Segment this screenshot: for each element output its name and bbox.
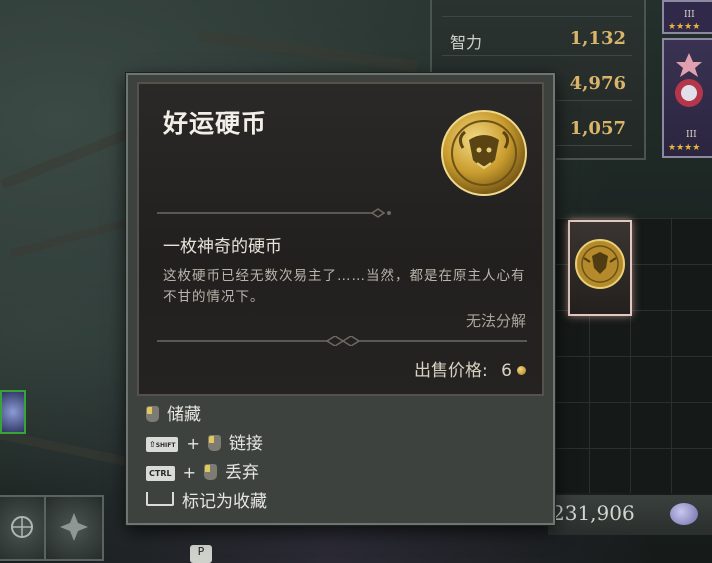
- wood-beam: [10, 218, 128, 258]
- shift-key-icon: ⇧SHIFT: [146, 437, 179, 452]
- lucky-coin-icon: [575, 239, 625, 289]
- divider: [157, 336, 527, 346]
- sell-price: 出售价格: 6: [414, 356, 526, 381]
- mouse-left-icon: [204, 464, 217, 480]
- skill-slot[interactable]: [44, 495, 104, 561]
- divider: [157, 208, 391, 218]
- item-flag: 无法分解: [465, 312, 526, 330]
- item-title: 好运硬币: [163, 109, 268, 138]
- action-label: 储藏: [167, 405, 201, 425]
- tooltip-card: 好运硬币 一枚神奇的硬币 这枚硬币已经无数次易主了……当然，都是在原主人心有不甘…: [137, 82, 544, 396]
- wood-beam: [0, 123, 143, 190]
- plus-sign: +: [186, 434, 200, 453]
- key-label: CTRL: [149, 469, 172, 478]
- space-key-icon: [146, 492, 174, 506]
- inventory-slot-lucky-coin[interactable]: [568, 220, 632, 316]
- stat-value: 1,132: [569, 28, 626, 49]
- action-drop[interactable]: CTRL + 丢弃: [146, 458, 259, 483]
- item-subtitle: 一枚神奇的硬币: [163, 237, 282, 257]
- action-store[interactable]: 储藏: [146, 400, 201, 425]
- key-label: SHIFT: [155, 442, 176, 449]
- plus-sign: +: [182, 463, 196, 482]
- item-description: 这枚硬币已经无数次易主了……当然，都是在原主人心有不甘的情况下。: [163, 268, 526, 305]
- currency-value: 231,906: [552, 501, 635, 525]
- action-favorite[interactable]: 标记为收藏: [146, 487, 267, 512]
- hero-portrait-icon: [675, 53, 703, 107]
- star-icon: ★★★★: [668, 143, 701, 153]
- hotkey-hint: P: [190, 545, 212, 563]
- ctrl-key-icon: CTRL: [146, 466, 175, 481]
- stat-value: 4,976: [569, 73, 626, 94]
- stat-value: 1,057: [569, 118, 626, 139]
- wood-beam: [0, 430, 128, 466]
- tier-label: III: [684, 10, 695, 20]
- mouse-left-icon: [146, 406, 159, 422]
- star-icon: ★★★★: [668, 22, 701, 32]
- sell-label: 出售价格:: [414, 361, 488, 381]
- stat-row: [442, 0, 632, 17]
- mouse-left-icon: [207, 435, 221, 451]
- skill-icon: [60, 513, 88, 541]
- rune-gem-slot[interactable]: [0, 390, 26, 434]
- action-link[interactable]: ⇧SHIFT + 链接: [146, 429, 263, 454]
- soul-gem-icon: [670, 503, 698, 525]
- sell-value: 6: [501, 361, 512, 381]
- wood-beam: [198, 30, 418, 73]
- skill-icon: [11, 516, 33, 538]
- tier-label: III: [686, 130, 697, 140]
- hero-card[interactable]: III ★★★★: [662, 38, 712, 158]
- stat-row-intelligence: 智力 1,132: [442, 25, 632, 56]
- stat-name: 智力: [450, 33, 483, 52]
- action-label: 丢弃: [225, 463, 259, 483]
- lucky-coin-icon: [441, 110, 527, 196]
- item-tooltip: 好运硬币 一枚神奇的硬币 这枚硬币已经无数次易主了……当然，都是在原主人心有不甘…: [126, 73, 555, 525]
- action-label: 链接: [228, 434, 263, 454]
- hero-card[interactable]: III ★★★★: [662, 0, 712, 34]
- gold-icon: [517, 366, 526, 375]
- action-label: 标记为收藏: [182, 492, 267, 512]
